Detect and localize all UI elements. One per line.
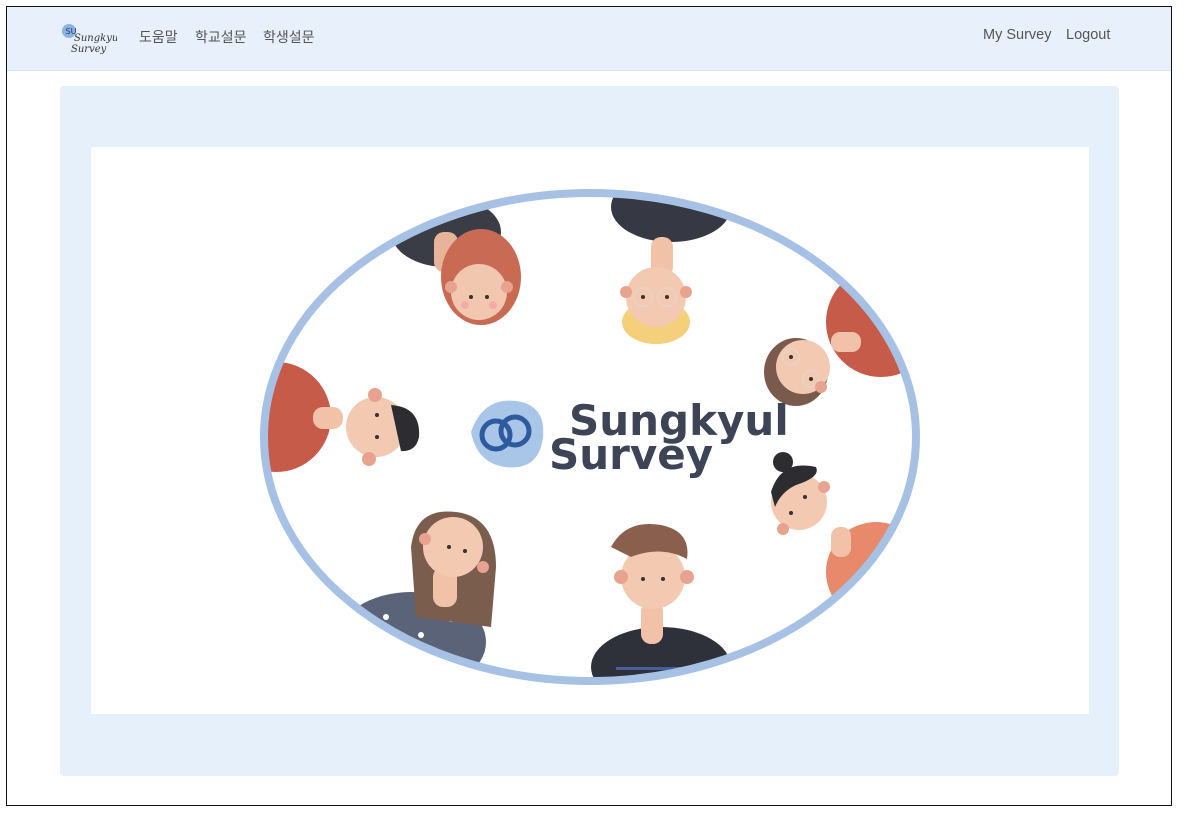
hero-brand-line2: Survey <box>549 430 713 479</box>
main-content-card: Sungkyul Survey <box>60 86 1119 776</box>
hero-panel: Sungkyul Survey <box>91 147 1089 714</box>
site-logo[interactable]: SU Sungkyul Survey <box>59 21 117 57</box>
top-navbar: SU Sungkyul Survey 도움말 학교설문 학생설문 My Surv… <box>7 7 1171 71</box>
logo-line1: Sungkyul <box>74 33 117 44</box>
my-survey-link[interactable]: My Survey <box>983 27 1052 43</box>
logo-line2: Survey <box>71 44 107 55</box>
logout-link[interactable]: Logout <box>1066 27 1110 43</box>
browser-frame: SU Sungkyul Survey 도움말 학교설문 학생설문 My Surv… <box>6 6 1172 806</box>
nav-help-link[interactable]: 도움말 <box>139 27 178 47</box>
hero-illustration: Sungkyul Survey <box>260 189 920 685</box>
nav-school-survey-link[interactable]: 학교설문 <box>195 27 247 47</box>
nav-student-survey-link[interactable]: 학생설문 <box>263 27 315 47</box>
